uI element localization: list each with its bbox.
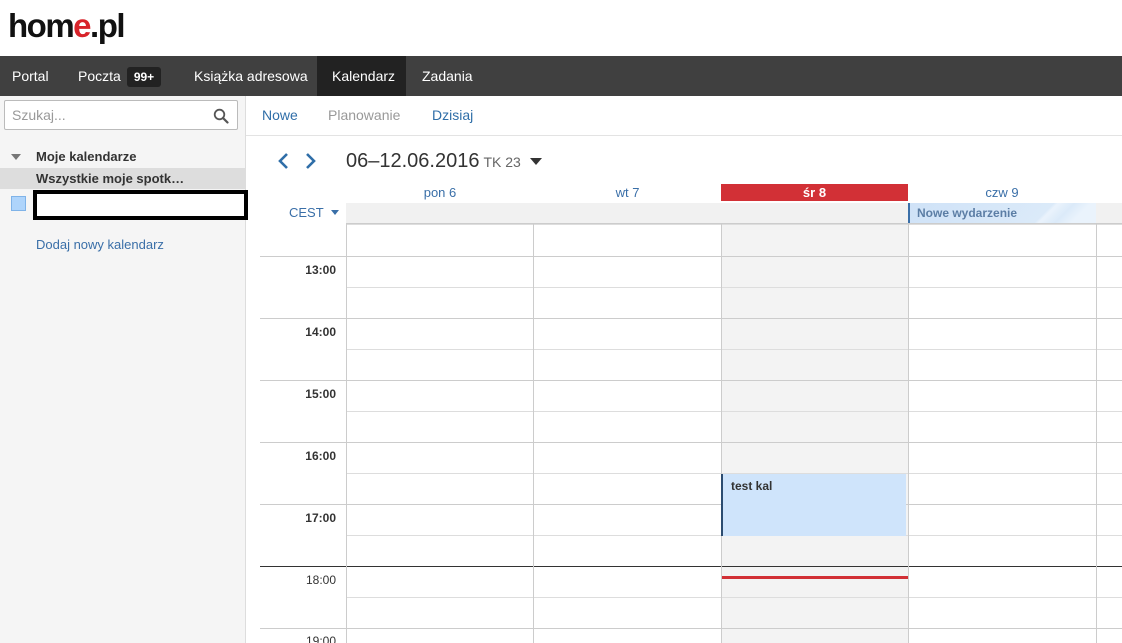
new-button[interactable]: Nowe [262,107,298,123]
calendar-name-redacted [33,190,248,220]
planning-button[interactable]: Planowanie [328,107,400,123]
calendar-event[interactable]: test kal [721,474,906,536]
column-divider [721,224,722,643]
day-header-tue[interactable]: wt 7 [534,184,721,201]
add-calendar-link[interactable]: Dodaj nowy kalendarz [36,237,164,252]
nav-calendar[interactable]: Kalendarz [317,56,406,96]
time-grid: 13:00 14:00 15:00 16:00 17:00 18:00 19:0… [260,224,1122,643]
hour-line [260,566,1122,567]
hour-line [260,442,1122,443]
hour-line [260,380,1122,381]
day-header-wed-today[interactable]: śr 8 [721,184,908,201]
home-pl-logo[interactable]: home.pl [8,6,126,46]
time-label: 17:00 [305,511,336,525]
time-label: 16:00 [305,449,336,463]
time-label: 18:00 [305,573,336,587]
all-calendars-item[interactable]: Wszystkie moje spotk… [0,168,245,189]
half-hour-line [346,349,1122,350]
column-divider [1096,224,1097,643]
grid-line [346,224,1122,225]
time-label: 14:00 [305,325,336,339]
time-label: 13:00 [305,263,336,277]
logo-bar: home.pl [0,0,1122,56]
unread-badge: 99+ [126,67,162,87]
timezone-dropdown-icon[interactable] [331,210,339,215]
nav-portal[interactable]: Portal [0,56,60,96]
nav-tasks[interactable]: Zadania [407,56,487,96]
time-label: 19:00 [305,634,336,643]
main-navigation: Portal Poczta 99+ Książka adresowa Kalend… [0,56,1122,96]
today-button[interactable]: Dzisiaj [432,107,473,123]
all-day-event[interactable]: Nowe wydarzenie [908,203,1096,223]
search-icon[interactable] [213,108,229,124]
current-time-indicator [722,576,908,579]
column-divider [533,224,534,643]
sidebar: Moje kalendarze Wszystkie moje spotk… Do… [0,96,248,643]
date-navigation: 06–12.06.2016 TK 23 [246,136,1122,184]
timezone-label[interactable]: CEST [289,205,324,220]
date-range-title[interactable]: 06–12.06.2016 TK 23 [346,150,521,173]
search-input[interactable] [5,101,205,129]
half-hour-line [346,287,1122,288]
column-divider [908,224,909,643]
hour-line [260,628,1122,629]
collapse-triangle-icon[interactable] [11,154,21,160]
half-hour-line [346,597,1122,598]
half-hour-line [346,411,1122,412]
hour-line [260,256,1122,257]
search-box [4,100,238,130]
nav-contacts[interactable]: Książka adresowa [178,56,316,96]
next-week-icon[interactable] [302,151,318,171]
my-calendars-title[interactable]: Moje kalendarze [36,149,136,164]
chevron-down-icon[interactable] [530,158,542,165]
nav-mail[interactable]: Poczta 99+ [62,56,177,96]
calendar-toolbar: Nowe Planowanie Dzisiaj [246,96,1122,136]
time-label: 15:00 [305,387,336,401]
hour-line [260,504,1122,505]
column-divider [346,224,347,643]
day-header-thu[interactable]: czw 9 [908,184,1096,201]
previous-week-icon[interactable] [276,151,292,171]
week-number: TK 23 [483,154,521,170]
calendar-color-swatch[interactable] [11,196,26,211]
hour-line [260,318,1122,319]
day-header-mon[interactable]: pon 6 [346,184,534,201]
